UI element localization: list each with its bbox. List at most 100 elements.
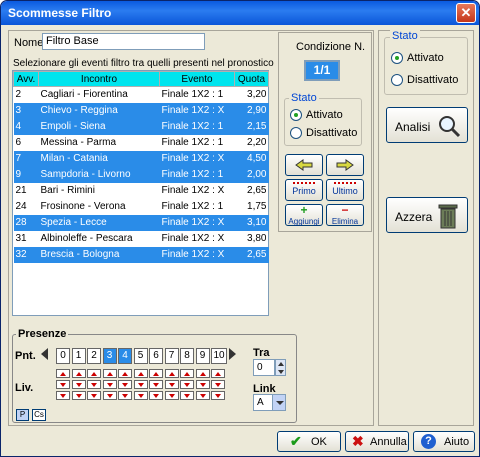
column-header-incontro[interactable]: Incontro: [38, 71, 160, 87]
annulla-label: Annulla: [370, 436, 407, 448]
liv-up-arrow-icon[interactable]: [195, 369, 210, 378]
pnt-left-arrow-icon[interactable]: [41, 348, 48, 360]
liv-down-arrow-icon[interactable]: [71, 380, 86, 389]
table-row[interactable]: 32 Brescia - Bologna Finale 1X2 : X 2,65: [13, 246, 269, 263]
liv-down-arrow-icon[interactable]: [118, 391, 132, 400]
spinner-down-icon[interactable]: [278, 370, 284, 374]
pnt-number-cell[interactable]: 5: [133, 348, 148, 364]
spinner-up-icon[interactable]: [278, 362, 284, 366]
cell-evento: Finale 1X2 : X: [159, 214, 235, 231]
liv-down-arrow-icon[interactable]: [149, 391, 163, 400]
table-row[interactable]: 24 Frosinone - Verona Finale 1X2 : 1 1,75: [14, 199, 269, 215]
table-header-row: Avv. Incontro Evento Quota: [13, 71, 269, 87]
stato-inner-disattivato-radio[interactable]: Disattivato: [290, 127, 357, 139]
pnt-number-cell[interactable]: 3: [102, 348, 117, 364]
cell-incontro: Sampdoria - Livorno: [38, 166, 160, 183]
liv-down-arrow-icon[interactable]: [195, 391, 210, 400]
cell-evento: Finale 1X2 : 1: [161, 89, 224, 101]
liv-down-arrow-icon[interactable]: [102, 380, 117, 389]
table-row[interactable]: 4 Empoli - Siena Finale 1X2 : 1 2,15: [13, 118, 269, 135]
pnt-number-cell[interactable]: 0: [56, 348, 70, 364]
pnt-number-cell[interactable]: 6: [149, 348, 163, 364]
stato-outer-disattivato-label: Disattivato: [407, 74, 459, 86]
liv-down-arrow-icon[interactable]: [164, 391, 179, 400]
pnt-number-cell[interactable]: 10: [211, 348, 227, 364]
table-row[interactable]: 7 Milan - Catania Finale 1X2 : X 4,50: [13, 150, 269, 167]
column-header-avv[interactable]: Avv.: [13, 71, 39, 87]
liv-up-arrow-icon[interactable]: [102, 369, 117, 378]
close-button[interactable]: ✕: [456, 3, 476, 23]
cell-avv: 3: [13, 102, 39, 119]
liv-down-arrow-icon[interactable]: [133, 380, 148, 389]
minus-icon: −: [341, 203, 349, 217]
radio-dot-off-icon: [290, 127, 302, 139]
cell-quota: 3,20: [247, 89, 267, 101]
liv-down-arrow-icon[interactable]: [180, 391, 194, 400]
liv-down-arrow-icon[interactable]: [180, 380, 194, 389]
primo-button[interactable]: Primo: [285, 179, 323, 201]
aiuto-button[interactable]: ? Aiuto: [413, 431, 475, 452]
liv-up-arrow-icon[interactable]: [149, 369, 163, 378]
presenze-title: Presenze: [16, 328, 69, 340]
liv-up-arrow-icon[interactable]: [211, 369, 225, 378]
pnt-number-cell[interactable]: 8: [180, 348, 194, 364]
cancel-x-icon: ✖: [352, 433, 364, 449]
liv-down-arrow-icon[interactable]: [211, 380, 225, 389]
stato-outer-attivato-radio[interactable]: Attivato: [391, 52, 444, 64]
azzera-button[interactable]: Azzera: [386, 197, 468, 233]
elimina-button[interactable]: − Elimina: [326, 204, 364, 226]
liv-up-arrow-icon[interactable]: [56, 369, 70, 378]
name-field[interactable]: Filtro Base: [42, 33, 205, 50]
table-row[interactable]: 3 Chievo - Reggina Finale 1X2 : X 2,90: [13, 102, 269, 119]
tra-input[interactable]: 0: [253, 359, 275, 376]
tra-spinner[interactable]: [275, 359, 286, 376]
table-row[interactable]: 6 Messina - Parma Finale 1X2 : 1 2,20: [14, 135, 269, 151]
liv-down-arrow-icon[interactable]: [195, 380, 210, 389]
table-row[interactable]: 31 Albinoleffe - Pescara Finale 1X2 : X 3,8…: [14, 231, 269, 247]
pnt-number-cell[interactable]: 4: [118, 348, 132, 364]
analisi-button[interactable]: Analisi: [386, 107, 468, 143]
liv-up-arrow-icon[interactable]: [180, 369, 194, 378]
liv-down-arrow-icon[interactable]: [211, 391, 225, 400]
liv-down-arrow-icon[interactable]: [71, 391, 86, 400]
liv-down-arrow-icon[interactable]: [56, 391, 70, 400]
previous-button[interactable]: [285, 154, 323, 176]
pnt-number-cell[interactable]: 9: [195, 348, 210, 364]
table-row[interactable]: 2 Cagliari - Fiorentina Finale 1X2 : 1 3,20: [14, 87, 269, 103]
cell-incontro: Chievo - Reggina: [38, 102, 160, 119]
aggiungi-button[interactable]: + Aggiungi: [285, 204, 323, 226]
p-button[interactable]: P: [16, 409, 29, 421]
liv-down-arrow-icon[interactable]: [56, 380, 70, 389]
liv-up-arrow-icon[interactable]: [118, 369, 132, 378]
pnt-number-cell[interactable]: 2: [87, 348, 101, 364]
liv-down-arrow-icon[interactable]: [164, 380, 179, 389]
cs-button[interactable]: Cs: [32, 409, 46, 421]
liv-up-arrow-icon[interactable]: [71, 369, 86, 378]
pnt-number-cell[interactable]: 1: [71, 348, 86, 364]
annulla-button[interactable]: ✖ Annulla: [345, 431, 409, 452]
table-row[interactable]: 9 Sampdoria - Livorno Finale 1X2 : 1 2,00: [13, 166, 269, 183]
ultimo-button[interactable]: Ultimo: [326, 179, 364, 201]
events-table[interactable]: Avv. Incontro Evento Quota 2 Cagliari - F…: [13, 71, 269, 263]
pnt-number-cell[interactable]: 7: [164, 348, 179, 364]
table-row[interactable]: 21 Bari - Rimini Finale 1X2 : X 2,65: [14, 183, 269, 199]
liv-down-arrow-icon[interactable]: [133, 391, 148, 400]
table-row[interactable]: 28 Spezia - Lecce Finale 1X2 : X 3,10: [13, 214, 269, 231]
pnt-right-arrow-icon[interactable]: [229, 348, 236, 360]
next-button[interactable]: [326, 154, 364, 176]
liv-up-arrow-icon[interactable]: [87, 369, 101, 378]
liv-down-arrow-icon[interactable]: [102, 391, 117, 400]
ok-button[interactable]: ✔ OK: [277, 431, 341, 452]
dialog-window: Scommesse Filtro ✕ Nome Filtro Base Sele…: [0, 0, 480, 457]
stato-outer-disattivato-radio[interactable]: Disattivato: [391, 74, 458, 86]
liv-down-arrow-icon[interactable]: [149, 380, 163, 389]
liv-down-arrow-icon[interactable]: [87, 380, 101, 389]
liv-down-arrow-icon[interactable]: [87, 391, 101, 400]
liv-down-arrow-icon[interactable]: [118, 380, 132, 389]
link-dropdown-button[interactable]: [272, 394, 286, 411]
liv-up-arrow-icon[interactable]: [133, 369, 148, 378]
column-header-quota[interactable]: Quota: [234, 71, 269, 87]
liv-up-arrow-icon[interactable]: [164, 369, 179, 378]
stato-inner-attivato-radio[interactable]: Attivato: [290, 109, 343, 121]
column-header-evento[interactable]: Evento: [159, 71, 235, 87]
